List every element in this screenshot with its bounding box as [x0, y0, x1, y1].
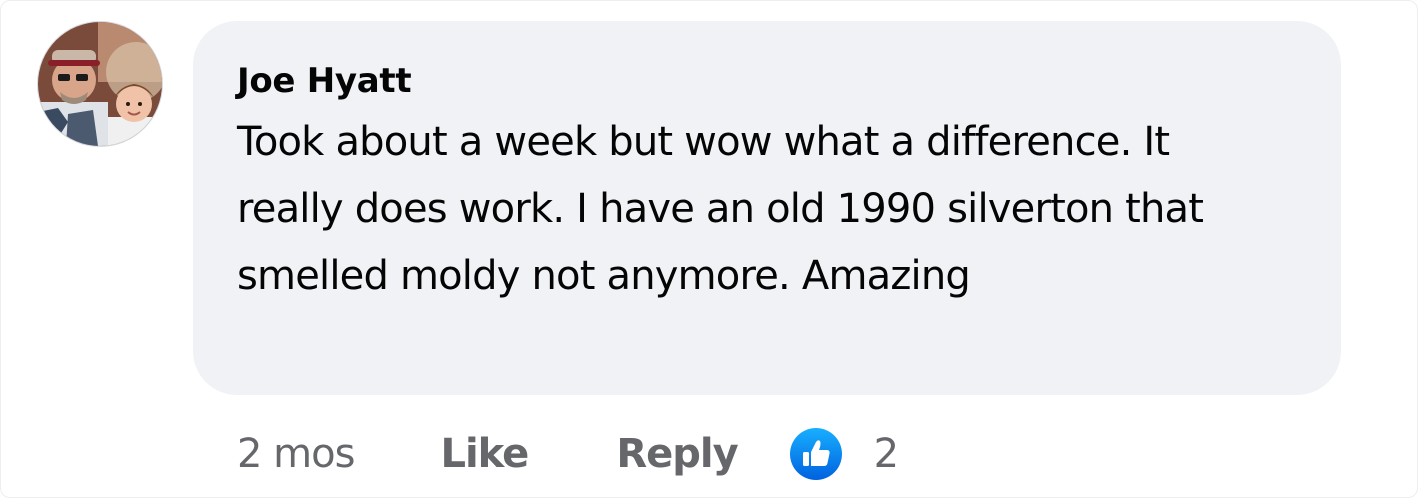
- comment-bubble: Joe Hyatt Took about a week but wow what…: [193, 21, 1341, 395]
- comment-author[interactable]: Joe Hyatt: [237, 59, 1297, 103]
- comment-text: Took about a week but wow what a differe…: [237, 119, 1204, 299]
- comment-timestamp[interactable]: 2 mos: [237, 431, 355, 477]
- reaction-count: 2: [873, 431, 900, 477]
- avatar[interactable]: [38, 22, 162, 146]
- comment-card: Joe Hyatt Took about a week but wow what…: [0, 0, 1418, 498]
- reaction-summary[interactable]: 2: [789, 428, 900, 480]
- reply-button[interactable]: Reply: [616, 431, 738, 477]
- comment-actions: 2 mos Like Reply 2: [237, 419, 899, 489]
- thumbs-up-icon: [789, 428, 842, 480]
- like-button[interactable]: Like: [440, 431, 529, 477]
- avatar-photo-icon: [38, 22, 162, 146]
